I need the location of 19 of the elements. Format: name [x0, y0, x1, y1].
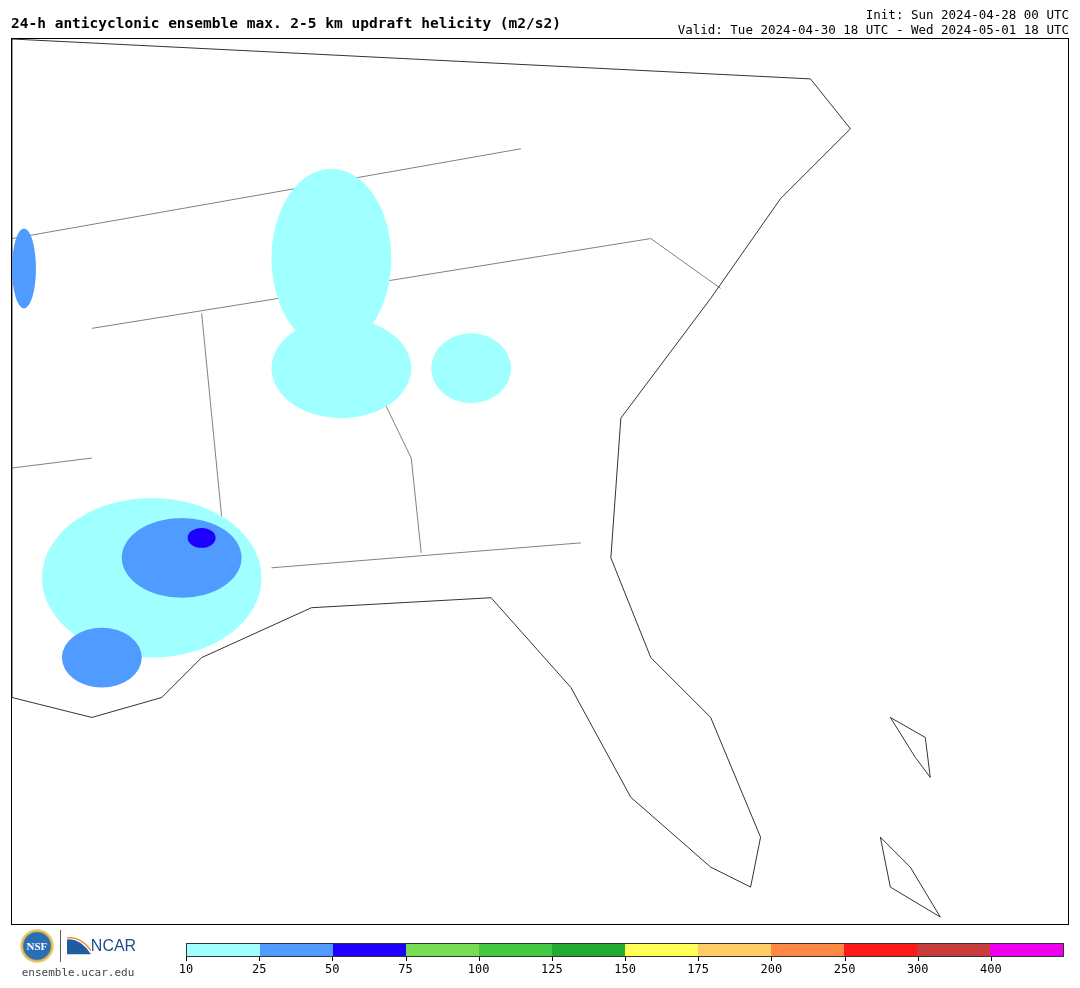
colorbar-label: 75	[397, 962, 414, 976]
colorbar-label: 50	[324, 962, 341, 976]
valid-time: Valid: Tue 2024-04-30 18 UTC - Wed 2024-05-01 18 UTC	[677, 22, 1069, 37]
colorbar-label: 200	[759, 962, 784, 976]
website-url: ensemble.ucar.edu	[21, 966, 135, 979]
colorbar-label: 25	[250, 962, 268, 976]
colorbar-label: 400	[979, 962, 1003, 976]
nsf-logo: NSF	[19, 929, 54, 963]
ncar-logo-text: NCAR	[90, 937, 137, 955]
colorbar-label: 175	[686, 962, 711, 976]
colorbar-label: 125	[540, 962, 564, 976]
chart-title: 24-h anticyclonic ensemble max. 2-5 km updraft helicity (m2/s2)	[11, 15, 561, 33]
swoosh-icon	[66, 937, 91, 955]
colorbar-label: 150	[613, 962, 637, 976]
colorbar-label: 10	[177, 962, 195, 976]
colorbar-label: 300	[905, 962, 930, 976]
colorbar-label: 100	[466, 962, 491, 976]
init-time: Init: Sun 2024-04-28 00 UTC	[865, 7, 1069, 22]
colorbar-label: 250	[832, 962, 857, 976]
